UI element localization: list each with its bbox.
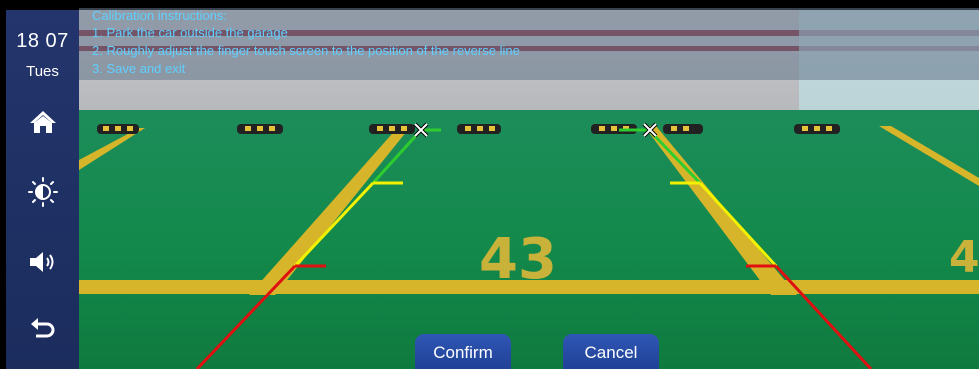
- instruction-step-2: 2. Roughly adjust the finger touch scree…: [92, 43, 520, 58]
- brightness-icon: [28, 177, 58, 207]
- calibration-instructions-panel: Calibration instructions: 1. Park the ca…: [79, 8, 979, 80]
- instructions-title: Calibration instructions:: [92, 8, 228, 23]
- close-x-icon: [413, 122, 429, 138]
- clock-time: 18 07: [16, 30, 69, 52]
- weekday: Tues: [26, 63, 59, 80]
- sidebar: 18 07 Tues: [6, 10, 79, 369]
- home-button[interactable]: [23, 102, 63, 142]
- confirm-button[interactable]: Confirm: [415, 334, 511, 369]
- volume-button[interactable]: [23, 242, 63, 282]
- instruction-step-3: 3. Save and exit: [92, 61, 186, 76]
- back-button[interactable]: [23, 310, 63, 350]
- home-icon: [30, 111, 56, 133]
- bay-number-label: 43: [479, 227, 557, 292]
- cancel-button[interactable]: Cancel: [563, 334, 659, 369]
- reverse-camera-calibration-screen: 4 43 4: [0, 0, 979, 369]
- brightness-button[interactable]: [23, 172, 63, 212]
- close-x-icon: [642, 122, 658, 138]
- instruction-step-1: 1. Park the car outside the garage: [92, 25, 288, 40]
- svg-text:4: 4: [949, 232, 979, 283]
- right-calibration-marker[interactable]: [642, 122, 658, 138]
- left-calibration-marker[interactable]: [413, 122, 429, 138]
- back-icon: [31, 318, 55, 338]
- volume-icon: [30, 252, 54, 272]
